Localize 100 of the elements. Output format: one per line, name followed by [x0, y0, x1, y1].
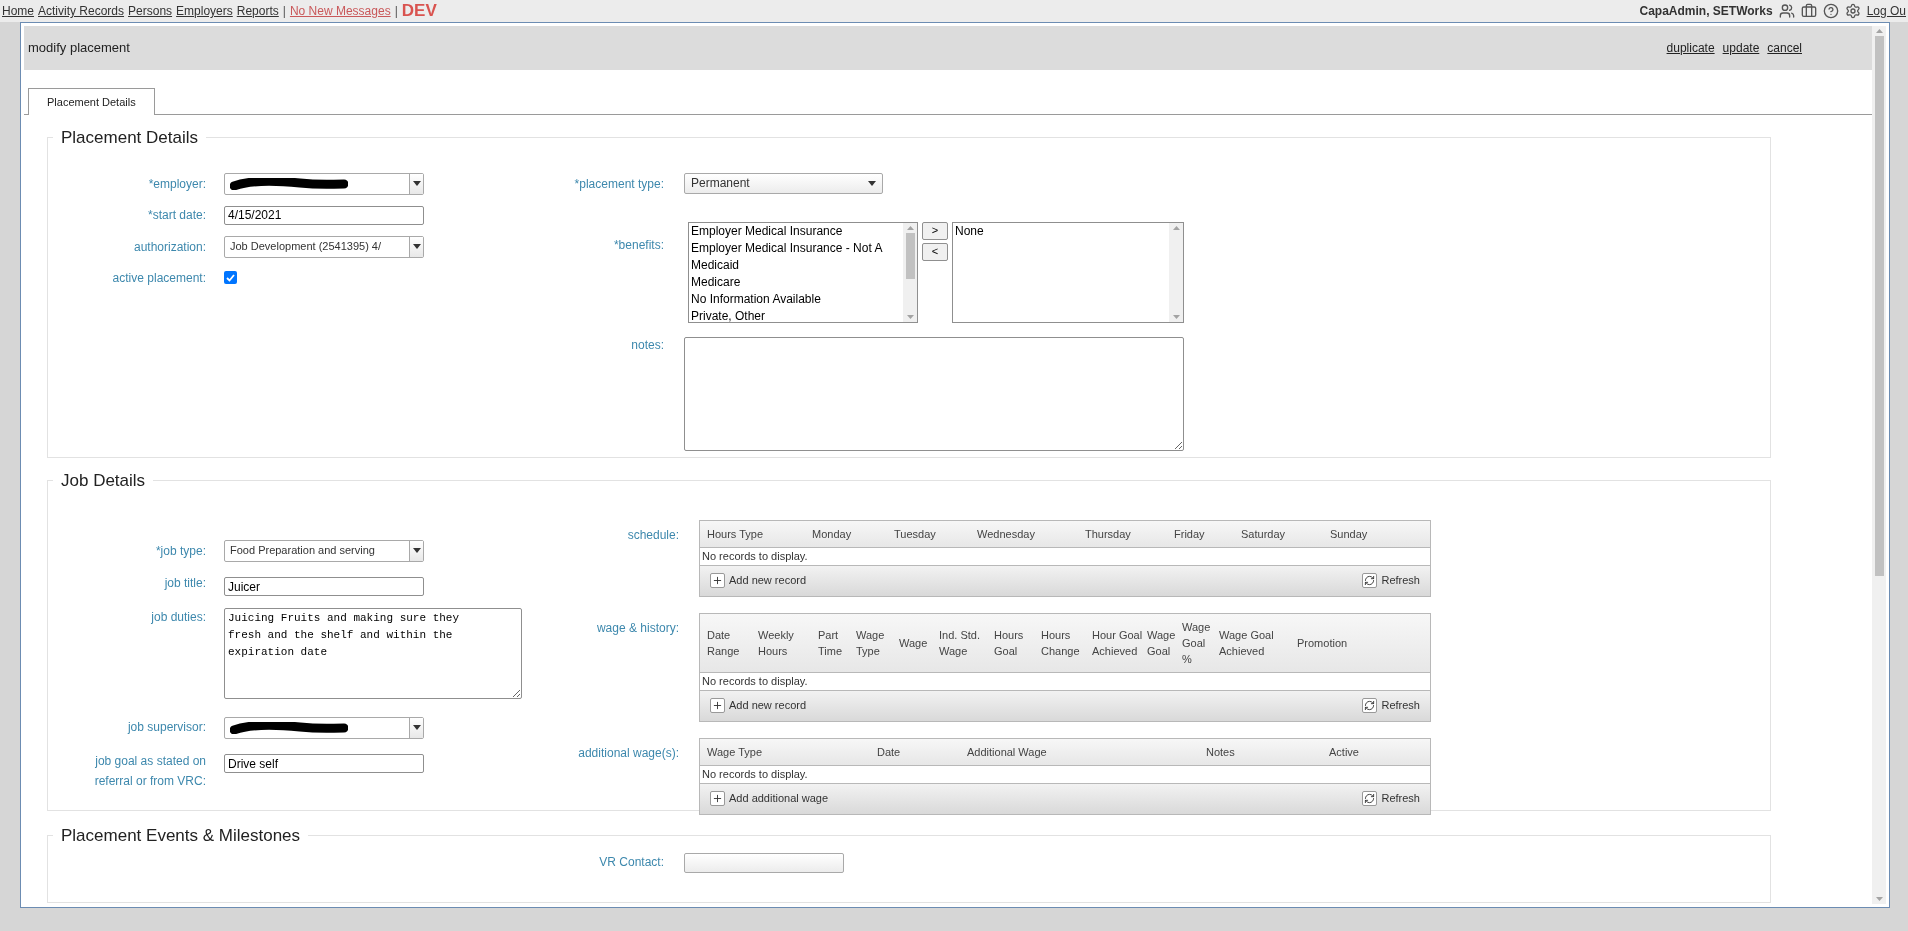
dialog-action-link[interactable]: cancel — [1767, 39, 1802, 57]
column-header[interactable]: Wage Goal % — [1182, 618, 1219, 667]
list-option[interactable]: Employer Medical Insurance - Not A — [691, 239, 901, 257]
column-header[interactable]: Wage Type — [707, 743, 877, 760]
scrollbar-thumb[interactable] — [905, 232, 915, 279]
column-header[interactable]: Wage Goal — [1147, 626, 1182, 659]
logout-link[interactable]: Log Ou — [1866, 2, 1906, 20]
column-header[interactable]: Promotion — [1297, 634, 1423, 651]
column-header[interactable]: Wednesday — [977, 525, 1085, 542]
scroll-down-icon[interactable] — [906, 314, 914, 319]
column-header[interactable]: Sunday — [1330, 525, 1423, 542]
environment-label: DEV — [401, 1, 437, 21]
vr-contact-select[interactable] — [684, 852, 844, 873]
placement-type-select[interactable]: Permanent — [684, 172, 883, 194]
field-label: *employer: — [147, 175, 206, 193]
scrollbar[interactable] — [1872, 26, 1886, 904]
list-option[interactable]: Medicare — [691, 273, 901, 291]
nav-link[interactable]: Home — [2, 2, 34, 20]
column-header[interactable]: Date Range — [707, 626, 758, 659]
empty-message: No records to display. — [702, 673, 808, 689]
empty-message: No records to display. — [702, 548, 808, 564]
scroll-down-icon[interactable] — [1875, 897, 1883, 901]
user-name: CapaAdmin, SETWorks — [1639, 3, 1773, 20]
notes-field[interactable] — [684, 336, 1184, 451]
column-header[interactable]: Hours Type — [707, 525, 812, 542]
field-label: notes: — [630, 336, 664, 354]
briefcase-icon[interactable] — [1800, 3, 1817, 19]
column-header[interactable]: Wage — [899, 634, 939, 651]
field-label: active placement: — [111, 269, 206, 287]
column-header[interactable]: Additional Wage — [967, 743, 1206, 760]
nav-link[interactable]: Reports — [236, 2, 279, 20]
selected-benefits-listbox[interactable]: None — [952, 221, 1184, 323]
scrollbar[interactable] — [903, 222, 917, 322]
column-header[interactable]: Weekly Hours — [758, 626, 818, 659]
caret-icon — [412, 725, 421, 730]
tab[interactable]: Placement Details — [28, 88, 155, 115]
settings-icon[interactable] — [1844, 3, 1861, 19]
scroll-up-icon[interactable] — [1172, 225, 1180, 230]
nav-link[interactable]: Persons — [128, 2, 173, 20]
refresh-button[interactable]: Refresh — [1362, 572, 1420, 589]
column-header[interactable]: Tuesday — [894, 525, 977, 542]
field-label: VR Contact: — [598, 853, 664, 871]
add-record-button[interactable]: Add additional wage — [710, 790, 829, 807]
scrollbar[interactable] — [1169, 222, 1183, 322]
add-record-button[interactable]: Add new record — [710, 572, 807, 589]
list-option[interactable]: None — [955, 222, 1167, 240]
scrollbar-thumb[interactable] — [1874, 36, 1884, 576]
job-goal-field[interactable]: Drive self — [224, 754, 424, 773]
users-icon[interactable] — [1778, 3, 1795, 19]
section-title: Job Details — [60, 470, 147, 492]
benefits-listbox[interactable]: Employer Medical Insurance Employer Medical Insurance - Not A Medicaid Medicare No Information Available Private, Other — [688, 221, 918, 323]
field-label: *job type: — [154, 542, 206, 560]
column-header[interactable]: Hours Change — [1041, 626, 1092, 659]
column-header[interactable]: Monday — [812, 525, 894, 542]
list-option[interactable]: No Information Available — [691, 290, 901, 308]
column-header[interactable]: Wage Goal Achieved — [1219, 626, 1297, 659]
authorization-select[interactable]: Job Development (2541395) 4/ — [224, 235, 424, 258]
start-date-field[interactable]: 4/15/2021 — [224, 205, 424, 225]
scroll-down-icon[interactable] — [1172, 314, 1180, 319]
refresh-button[interactable]: Refresh — [1362, 790, 1420, 807]
scroll-up-icon[interactable] — [1875, 29, 1883, 33]
field-label: *start date: — [146, 207, 206, 224]
column-header[interactable]: Date — [877, 743, 967, 760]
column-header[interactable]: Saturday — [1241, 525, 1330, 542]
scroll-up-icon[interactable] — [906, 225, 914, 230]
column-header[interactable]: Active — [1329, 743, 1423, 760]
nav-link[interactable]: Employers — [176, 2, 233, 20]
column-header[interactable]: Wage Type — [856, 626, 899, 659]
add-record-button[interactable]: Add new record — [710, 697, 807, 714]
refresh-button[interactable]: Refresh — [1362, 697, 1420, 714]
job-title-field[interactable]: Juicer — [224, 577, 424, 596]
job-type-select[interactable]: Food Preparation and serving — [224, 539, 424, 562]
column-header[interactable]: Part Time — [818, 626, 856, 659]
caret-icon — [412, 244, 421, 249]
employer-select[interactable] — [224, 172, 424, 195]
column-header[interactable]: Hour Goal Achieved — [1092, 626, 1147, 659]
field-label: wage & history: — [595, 619, 679, 637]
field-label: additional wage(s): — [577, 744, 679, 762]
add-benefit-button[interactable]: > — [922, 221, 948, 240]
column-header[interactable]: Thursday — [1085, 525, 1174, 542]
nav-link[interactable]: Activity Records — [38, 2, 125, 20]
list-option[interactable]: Medicaid — [691, 256, 901, 274]
column-header[interactable]: Friday — [1174, 525, 1241, 542]
section-title: Placement Events & Milestones — [60, 825, 302, 847]
dialog-action-link[interactable]: duplicate — [1666, 39, 1715, 57]
list-option[interactable]: Private, Other — [691, 307, 901, 322]
remove-benefit-button[interactable]: < — [922, 242, 948, 261]
job-duties-field[interactable]: Juicing Fruits and making sure they fresh and the shelf and within the expiration date — [224, 607, 522, 699]
help-icon[interactable] — [1822, 3, 1839, 19]
field-label: authorization: — [132, 238, 206, 256]
list-option[interactable]: Employer Medical Insurance — [691, 222, 901, 240]
column-header[interactable]: Notes — [1206, 743, 1329, 760]
messages-link[interactable]: No New Messages — [289, 2, 391, 20]
job-supervisor-select[interactable] — [224, 716, 424, 739]
refresh-icon — [1362, 698, 1378, 713]
checkbox[interactable] — [224, 271, 237, 284]
column-header[interactable]: Ind. Std. Wage — [939, 626, 994, 659]
dialog-action-link[interactable]: update — [1722, 39, 1760, 57]
column-header[interactable]: Hours Goal — [994, 626, 1041, 659]
plus-icon — [710, 791, 725, 806]
